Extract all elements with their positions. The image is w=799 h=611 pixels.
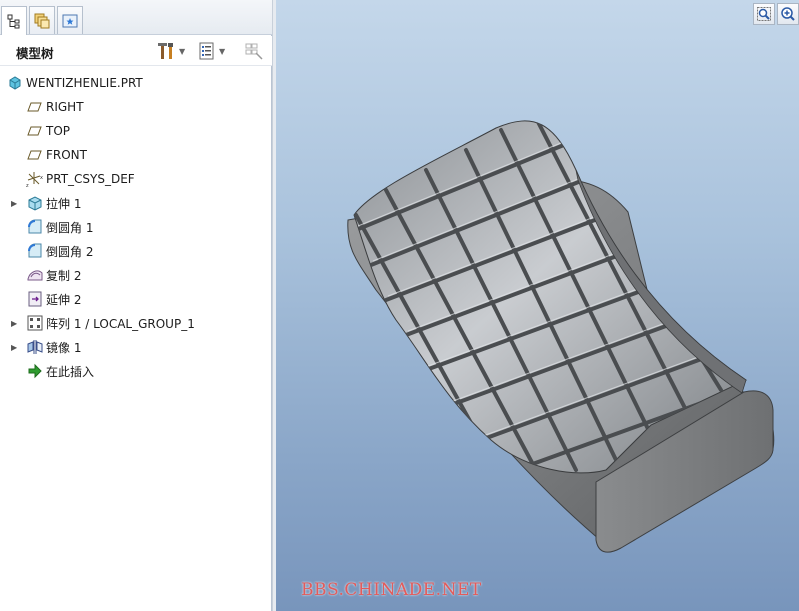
chevron-down-icon: ▼ [179,46,186,56]
datum-plane-icon [26,98,44,116]
tree-node-label: RIGHT [46,100,84,114]
round-icon [26,242,44,260]
part-model-3d [347,120,775,553]
tree-filter-button[interactable]: ▼ [198,40,225,62]
extend-icon [26,290,44,308]
tree-node-label: 复制 2 [46,268,82,283]
graphics-viewport[interactable]: BBS.CHINADE.NET [276,0,799,611]
copy-surface-icon [26,266,44,284]
mirror-icon [26,338,44,356]
tree-node[interactable]: RIGHT [26,96,84,118]
tree-node[interactable]: 镜像 1 [26,336,81,358]
model-tree-icon [7,14,20,29]
tree-node[interactable]: WENTIZHENLIE.PRT [6,72,143,94]
tree-node[interactable]: 阵列 1 / LOCAL_GROUP_1 [26,312,195,334]
model-tree-header: 模型树 ▼ ▼ [0,36,272,66]
extrude-icon [26,194,44,212]
tree-node-label: PRT_CSYS_DEF [46,172,135,186]
tree-node-label: WENTIZHENLIE.PRT [26,76,143,90]
viewport-toolbar [749,0,799,28]
expand-arrow-icon[interactable]: ▶ [11,192,21,214]
tab-favorites[interactable] [57,6,83,34]
tree-node-label: 拉伸 1 [46,196,82,211]
tree-node-label: 镜像 1 [46,340,82,355]
zoom-in-button[interactable] [777,3,799,25]
tree-settings-button[interactable]: ▼ [156,40,185,62]
tree-node[interactable]: 在此插入 [26,360,94,382]
zoom-window-icon [757,7,771,21]
tab-model-tree[interactable] [1,6,27,35]
tree-node-label: 延伸 2 [46,292,82,307]
watermark-text: BBS.CHINADE.NET [301,580,482,600]
tree-node-label: 阵列 1 / LOCAL_GROUP_1 [46,316,195,331]
zoom-in-icon [781,7,795,21]
panel-title: 模型树 [16,46,54,61]
tree-node-label: 在此插入 [46,364,95,379]
tree-node-label: TOP [46,124,71,138]
expand-arrow-icon[interactable]: ▶ [11,312,21,334]
favorites-icon [62,14,78,27]
zoom-window-button[interactable] [753,3,775,25]
column-display-button[interactable] [244,40,264,62]
part-icon [6,74,24,92]
tree-node-label: 倒圆角 2 [46,244,94,259]
tree-node[interactable]: 倒圆角 2 [26,240,93,262]
chevron-down-icon: ▼ [219,46,226,56]
round-icon [26,218,44,236]
column-display-icon [245,43,263,60]
tree-node[interactable]: 倒圆角 1 [26,216,93,238]
tree-node[interactable]: 延伸 2 [26,288,81,310]
tree-node[interactable]: TOP [26,120,70,142]
tree-filter-icon [199,42,214,60]
tree-node-label: 倒圆角 1 [46,220,94,235]
tree-node-label: FRONT [46,148,87,162]
folder-browser-icon [34,13,50,28]
svg-text:x: x [40,175,43,181]
navigator-tab-bar [0,0,272,35]
pattern-icon [26,314,44,332]
model-tree-panel: 模型树 ▼ ▼ WENTIZHENLIE.PRT RIGHT TOP FRONT… [0,0,272,611]
datum-plane-icon [26,146,44,164]
datum-plane-icon [26,122,44,140]
coordinate-system-icon: zx [26,170,44,188]
tree-node[interactable]: z x PRT_CSYS_DEF [26,168,135,190]
tree-settings-icon [158,43,173,59]
tree-node[interactable]: 复制 2 [26,264,81,286]
insert-here-icon [26,362,44,380]
svg-text:z: z [26,183,29,188]
tab-folder-browser[interactable] [29,6,55,34]
expand-arrow-icon[interactable]: ▶ [11,336,21,358]
tree-node[interactable]: FRONT [26,144,87,166]
tree-node[interactable]: 拉伸 1 [26,192,81,214]
